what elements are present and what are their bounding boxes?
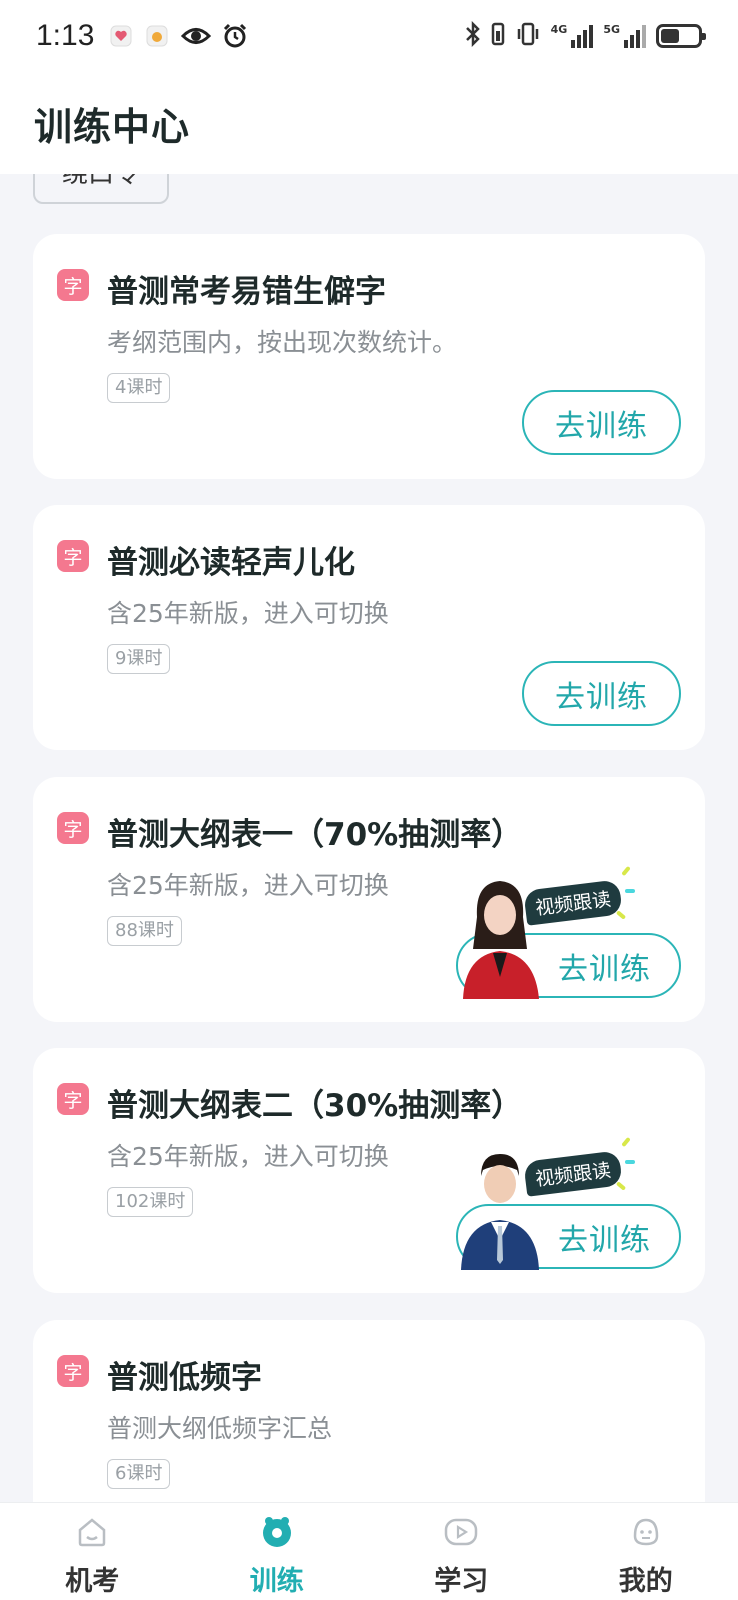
battery-icon — [656, 24, 706, 48]
lesson-count: 9课时 — [107, 644, 171, 674]
sparkle-decoration — [615, 1181, 627, 1191]
card-title: 普测必读轻声儿化 — [107, 545, 355, 581]
nav-item-exam[interactable]: 机考 — [0, 1503, 185, 1600]
status-bar: 1:13 4G 5G — [0, 0, 738, 72]
page-title: 训练中心 — [34, 105, 191, 149]
male-teacher-avatar — [461, 1154, 539, 1270]
lesson-count: 88课时 — [107, 916, 182, 946]
profile-icon — [629, 1515, 663, 1549]
app-header: 训练中心 — [0, 72, 738, 174]
nav-item-study[interactable]: 学习 — [369, 1503, 554, 1600]
signal-5g-label: 5G — [603, 23, 620, 36]
filter-chip-tongue-twister[interactable]: 绕口令 — [33, 174, 169, 204]
sparkle-decoration — [625, 889, 635, 893]
nav-item-profile[interactable]: 我的 — [554, 1503, 738, 1600]
go-train-button[interactable]: 去训练 — [522, 661, 681, 726]
nav-label: 我的 — [618, 1566, 673, 1597]
lesson-count: 4课时 — [107, 373, 171, 403]
sparkle-decoration — [625, 1160, 635, 1164]
egg-app-icon — [144, 23, 170, 49]
card-title: 普测大纲表一（70%抽测率） — [107, 817, 523, 853]
vibrate-icon — [515, 21, 541, 51]
card-title: 普测低频字 — [107, 1360, 262, 1396]
training-card[interactable]: 字 普测大纲表一（70%抽测率） 含25年新版，进入可切换 88课时 去训练 视… — [33, 777, 705, 1022]
character-badge: 字 — [57, 812, 89, 844]
card-title: 普测常考易错生僻字 — [107, 274, 386, 310]
home-icon — [75, 1515, 109, 1549]
lesson-count: 6课时 — [107, 1459, 171, 1489]
lesson-count: 102课时 — [107, 1187, 194, 1217]
alarm-icon — [222, 23, 248, 49]
heart-app-icon — [108, 23, 134, 49]
play-icon — [444, 1515, 478, 1549]
training-list[interactable]: 绕口令 字 普测常考易错生僻字 考纲范围内，按出现次数统计。 4课时 去训练 字… — [0, 174, 738, 1502]
signal-4g-icon: 4G — [551, 24, 594, 48]
go-train-button[interactable]: 去训练 — [522, 390, 681, 455]
nav-label: 学习 — [434, 1566, 489, 1597]
sparkle-decoration — [621, 1136, 631, 1148]
character-badge: 字 — [57, 1083, 89, 1115]
nav-label: 机考 — [65, 1566, 120, 1597]
battery-saver-icon — [491, 21, 505, 51]
character-badge: 字 — [57, 269, 89, 301]
sparkle-decoration — [621, 865, 631, 877]
nav-label: 训练 — [249, 1566, 304, 1597]
female-teacher-avatar — [463, 881, 539, 999]
status-time: 1:13 — [36, 19, 95, 52]
card-title: 普测大纲表二（30%抽测率） — [107, 1088, 523, 1124]
sparkle-decoration — [615, 910, 627, 920]
card-description: 含25年新版，进入可切换 — [107, 871, 389, 900]
training-card[interactable]: 字 普测常考易错生僻字 考纲范围内，按出现次数统计。 4课时 去训练 — [33, 234, 705, 479]
nav-item-training[interactable]: 训练 — [185, 1503, 370, 1600]
character-badge: 字 — [57, 540, 89, 572]
eye-icon — [180, 23, 212, 49]
character-badge: 字 — [57, 1355, 89, 1387]
battery-level-fill — [661, 29, 679, 43]
card-description: 考纲范围内，按出现次数统计。 — [107, 328, 458, 357]
training-card[interactable]: 字 普测低频字 普测大纲低频字汇总 6课时 — [33, 1320, 705, 1502]
signal-4g-label: 4G — [550, 23, 568, 36]
card-description: 含25年新版，进入可切换 — [107, 1142, 389, 1171]
training-card[interactable]: 字 普测大纲表二（30%抽测率） 含25年新版，进入可切换 102课时 去训练 … — [33, 1048, 705, 1293]
bluetooth-icon — [465, 20, 481, 51]
signal-5g-icon: 5G — [603, 24, 646, 48]
bottom-navigation: 机考 训练 学习 我的 — [0, 1502, 738, 1600]
card-description: 含25年新版，进入可切换 — [107, 599, 389, 628]
training-icon — [260, 1515, 294, 1549]
training-card[interactable]: 字 普测必读轻声儿化 含25年新版，进入可切换 9课时 去训练 — [33, 505, 705, 750]
card-description: 普测大纲低频字汇总 — [107, 1414, 333, 1443]
